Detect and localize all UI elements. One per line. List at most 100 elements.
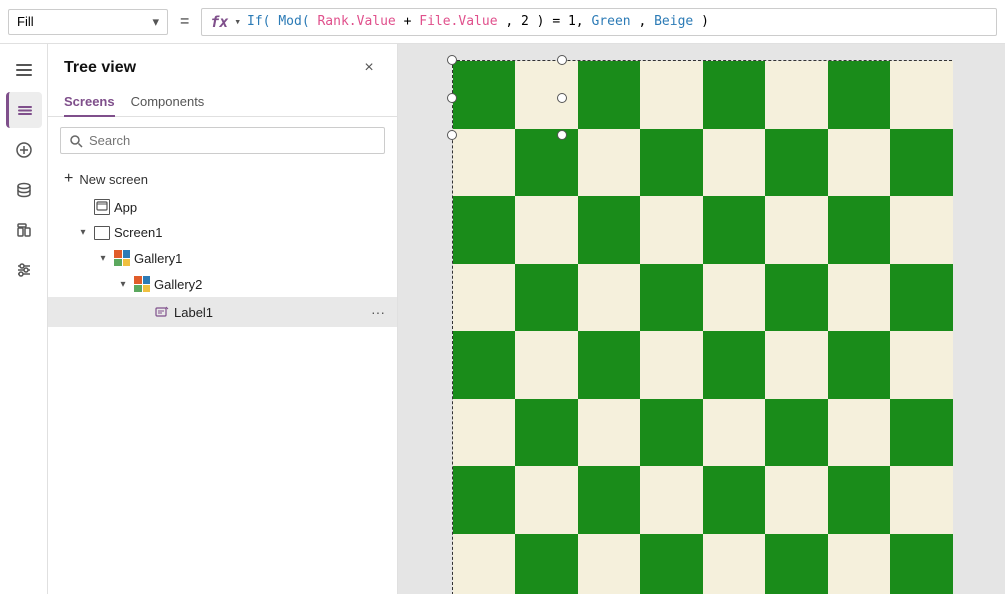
gallery2-icon — [134, 276, 150, 292]
plus-circle-icon — [15, 141, 33, 159]
checker-cell — [703, 196, 766, 264]
checker-cell — [828, 331, 891, 399]
checker-cell — [703, 129, 766, 197]
checker-cell — [578, 466, 641, 534]
checker-cell — [765, 61, 828, 129]
label-icon — [154, 304, 170, 320]
tree-close-button[interactable]: × — [357, 56, 381, 80]
tab-components[interactable]: Components — [131, 88, 205, 117]
checker-cell — [515, 534, 578, 594]
formula-bar[interactable]: fx ▾ If( Mod( Rank.Value + File.Value , … — [201, 8, 997, 36]
data-button[interactable] — [6, 172, 42, 208]
fill-dropdown[interactable]: Fill ▾ — [8, 9, 168, 35]
tree-title: Tree view — [64, 59, 136, 77]
checker-cell — [703, 61, 766, 129]
checker-cell — [890, 331, 953, 399]
gallery2-label: Gallery2 — [154, 277, 389, 292]
checker-cell — [578, 331, 641, 399]
tree-header: Tree view × — [48, 44, 397, 88]
gallery1-chevron-icon: ▾ — [96, 251, 110, 265]
checker-cell — [640, 331, 703, 399]
hamburger-menu-button[interactable] — [6, 52, 42, 88]
hamburger-icon — [12, 60, 36, 80]
checker-grid — [452, 60, 952, 594]
checkerboard — [452, 60, 952, 594]
layers-icon — [16, 101, 34, 119]
checker-cell — [578, 129, 641, 197]
tree-item-gallery2[interactable]: ▾ Gallery2 — [48, 271, 397, 297]
top-bar: Fill ▾ = fx ▾ If( Mod( Rank.Value + File… — [0, 0, 1005, 44]
media-button[interactable] — [6, 212, 42, 248]
main-area: Tree view × Screens Components + New scr… — [0, 44, 1005, 594]
tree-item-gallery1[interactable]: ▾ Gallery1 — [48, 245, 397, 271]
tree-panel: Tree view × Screens Components + New scr… — [48, 44, 398, 594]
checker-cell — [515, 196, 578, 264]
checker-cell — [515, 399, 578, 467]
checker-cell — [515, 331, 578, 399]
formula-chevron-icon: ▾ — [234, 15, 241, 28]
checker-cell — [640, 196, 703, 264]
checker-cell — [828, 196, 891, 264]
app-icon — [94, 199, 110, 215]
tree-tabs: Screens Components — [48, 88, 397, 117]
checker-cell — [890, 129, 953, 197]
checker-cell — [890, 466, 953, 534]
checker-cell — [640, 264, 703, 332]
tree-item-screen1[interactable]: ▾ Screen1 — [48, 220, 397, 245]
label1-more-button[interactable]: ··· — [367, 302, 389, 322]
checker-cell — [890, 264, 953, 332]
app-label: App — [114, 200, 389, 215]
checker-cell — [578, 196, 641, 264]
checker-cell — [453, 264, 516, 332]
sliders-icon — [15, 261, 33, 279]
label1-chevron-icon — [136, 305, 150, 319]
checker-cell — [890, 534, 953, 594]
checker-cell — [765, 466, 828, 534]
formula-text: If( Mod( Rank.Value + File.Value , 2 ) =… — [247, 14, 709, 29]
plus-icon: + — [64, 170, 73, 188]
checker-cell — [640, 534, 703, 594]
checker-cell — [578, 264, 641, 332]
checker-cell — [765, 399, 828, 467]
checker-cell — [890, 196, 953, 264]
music-icon — [15, 221, 33, 239]
checker-cell — [828, 129, 891, 197]
checker-cell — [453, 399, 516, 467]
checker-cell — [828, 399, 891, 467]
checker-cell — [828, 264, 891, 332]
checker-cell — [515, 264, 578, 332]
checker-cell — [515, 466, 578, 534]
app-chevron-icon — [76, 200, 90, 214]
tab-screens[interactable]: Screens — [64, 88, 115, 117]
screen-icon — [94, 226, 110, 240]
checker-cell — [765, 196, 828, 264]
canvas-area[interactable] — [398, 44, 1005, 594]
checker-cell — [578, 61, 641, 129]
tree-item-label1[interactable]: Label1 ··· — [48, 297, 397, 327]
add-screen-button[interactable] — [6, 132, 42, 168]
checker-cell — [765, 534, 828, 594]
checker-cell — [453, 196, 516, 264]
checker-cell — [578, 534, 641, 594]
checker-cell — [578, 399, 641, 467]
checker-cell — [703, 399, 766, 467]
checker-cell — [765, 264, 828, 332]
checker-cell — [765, 331, 828, 399]
tree-item-app[interactable]: App — [48, 194, 397, 220]
controls-button[interactable] — [6, 252, 42, 288]
new-screen-button[interactable]: + New screen — [48, 164, 397, 194]
checker-cell — [453, 129, 516, 197]
tree-view-button[interactable] — [6, 92, 42, 128]
search-input[interactable] — [89, 133, 376, 148]
fx-icon: fx — [210, 13, 228, 31]
tree-items: App ▾ Screen1 ▾ Gallery1 — [48, 194, 397, 594]
checker-cell — [640, 129, 703, 197]
checker-cell — [703, 466, 766, 534]
gallery2-chevron-icon: ▾ — [116, 277, 130, 291]
icon-rail — [0, 44, 48, 594]
checker-cell — [828, 61, 891, 129]
checker-cell — [703, 331, 766, 399]
gallery1-icon — [114, 250, 130, 266]
checker-cell — [453, 466, 516, 534]
checker-cell — [828, 466, 891, 534]
